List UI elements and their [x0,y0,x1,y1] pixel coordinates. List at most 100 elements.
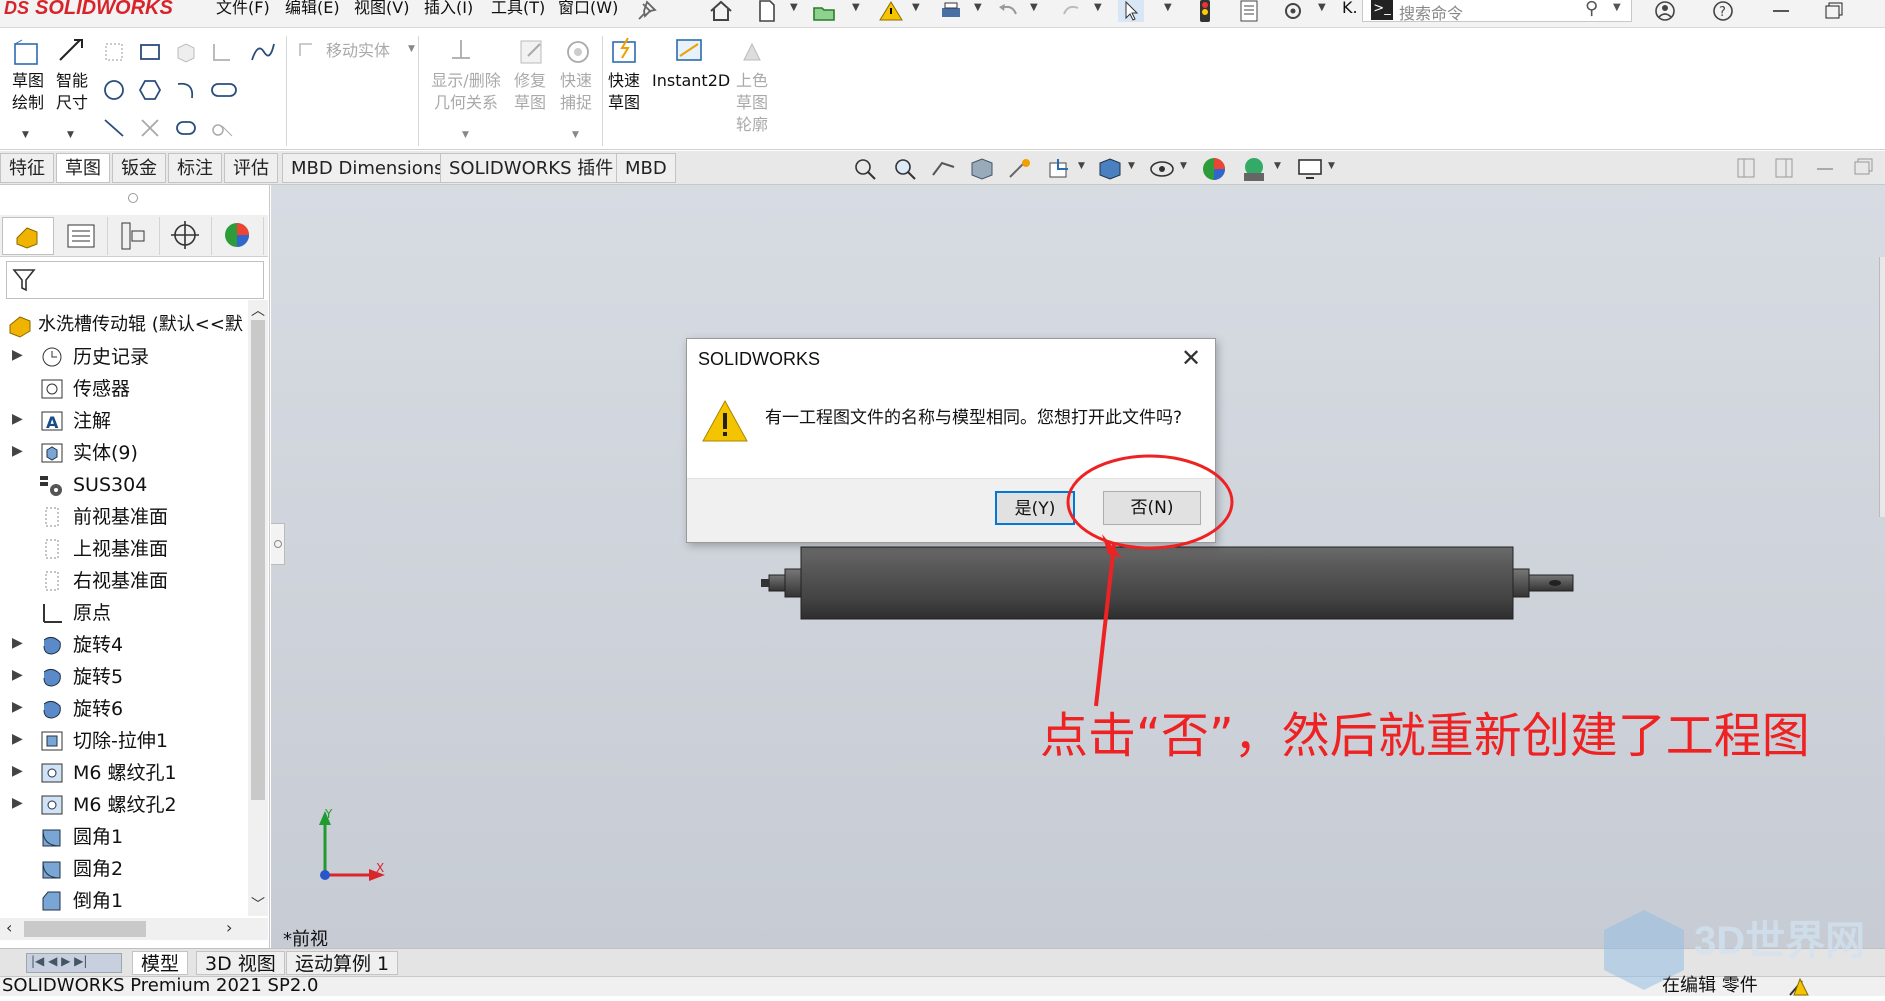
section-view-icon[interactable] [968,157,996,185]
menu-insert[interactable]: 插入(I) [424,0,473,20]
rectangle-icon[interactable] [138,40,162,68]
tab-mbd[interactable]: MBD [616,153,676,183]
previous-view-icon[interactable] [930,157,958,185]
tree-item[interactable]: ▶ 实体(9) [0,437,248,469]
repair-sketch-button[interactable]: 修复 草图 [510,70,550,114]
scroll-up-icon[interactable]: ︿ [251,300,265,320]
undo-icon[interactable] [996,0,1022,22]
instant2d-icon[interactable] [674,36,704,70]
menu-window[interactable]: 窗口(W) [558,0,618,20]
tab-model[interactable]: 模型 [132,951,189,975]
sketch-plane-icon[interactable] [210,40,234,68]
dynamic-annotation-icon[interactable] [1006,157,1034,185]
smart-dimension-button[interactable]: 智能 尺寸 [52,70,92,114]
traffic-light-icon[interactable] [1192,0,1218,22]
tree-horizontal-scrollbar[interactable]: ‹ › [0,918,268,940]
slot-icon[interactable] [210,78,238,106]
help-icon[interactable]: ? [1710,0,1736,22]
spline-icon[interactable] [248,38,276,70]
expand-arrow-icon[interactable]: ▶ [12,795,23,811]
tree-vertical-scrollbar[interactable]: ︿ ﹀ [248,300,268,916]
tab-mbd-dimensions[interactable]: MBD Dimensions [282,153,453,183]
sketch-button[interactable]: 草图 绘制 [8,70,48,114]
shaded-sketch-contours-button[interactable]: 上色 草图 轮廓 [734,70,770,136]
zoom-to-area-icon[interactable] [892,157,918,185]
display-style-icon[interactable] [1096,157,1124,185]
edit-appearance-icon[interactable] [1200,155,1228,187]
tree-item[interactable]: 前视基准面 [0,501,248,533]
move-entities-icon[interactable] [296,40,320,64]
redo-icon[interactable] [1058,0,1084,22]
offset-entities-icon[interactable] [174,116,198,144]
expand-arrow-icon[interactable]: ▶ [12,347,23,363]
polygon-icon[interactable] [138,78,162,106]
close-icon[interactable]: ✕ [1177,346,1205,372]
quick-snaps-icon[interactable] [564,38,592,70]
viewport-expand-icon[interactable] [1774,157,1794,183]
shaded-sketch-contours-icon[interactable] [738,38,766,70]
minimize-window-icon[interactable] [1768,0,1794,22]
tab-navigation-arrows[interactable]: |◀ ◀ ▶ ▶| [26,953,122,973]
options-gear-icon[interactable] [1280,0,1306,22]
tree-item[interactable]: 圆角2 [0,853,248,885]
search-icon[interactable]: ⚲ [1585,0,1598,19]
line-dashed-icon[interactable] [102,40,126,68]
tree-item[interactable]: SUS304 [0,469,248,501]
expand-arrow-icon[interactable]: ▶ [12,699,23,715]
print-icon[interactable] [938,0,964,22]
tree-item[interactable]: ▶ M6 螺纹孔1 [0,757,248,789]
trim-entities-icon[interactable] [138,116,162,144]
user-account-icon[interactable] [1652,0,1678,22]
repair-sketch-icon[interactable] [518,38,546,70]
restore-window-icon[interactable] [1820,0,1846,22]
tree-item[interactable]: 圆角1 [0,821,248,853]
view-settings-monitor-icon[interactable] [1296,157,1324,185]
display-relations-icon[interactable] [448,38,474,70]
tab-solidworks-addins[interactable]: SOLIDWORKS 插件 [440,153,623,183]
tree-item[interactable]: ▶ M6 螺纹孔2 [0,789,248,821]
tab-motion-study-1[interactable]: 运动算例 1 [286,951,399,975]
tree-item[interactable]: 倒角1 [0,885,248,917]
task-pane-handle[interactable] [1879,257,1885,517]
select-icon[interactable] [1118,0,1144,22]
apply-scene-icon[interactable] [1240,155,1268,187]
menu-edit[interactable]: 编辑(E) [285,0,340,20]
tree-item[interactable]: ▶ 历史记录 [0,341,248,373]
menu-file[interactable]: 文件(F) [216,0,270,20]
centerline-icon[interactable] [102,116,126,144]
display-delete-relations-button[interactable]: 显示/删除 几何关系 [428,70,504,114]
tree-item[interactable]: ▶ 切除-拉伸1 [0,725,248,757]
open-icon[interactable] [812,0,838,22]
expand-arrow-icon[interactable]: ▶ [12,731,23,747]
expand-arrow-icon[interactable]: ▶ [12,411,23,427]
solidworks-logo[interactable]: DS SOLIDWORKS [4,0,173,22]
tree-item[interactable]: 原点 [0,597,248,629]
rebuild-warning-icon[interactable] [878,0,904,22]
smart-dimension-icon[interactable] [56,36,86,70]
search-dropdown-icon[interactable]: ▼ [1613,2,1621,13]
convert-entities-icon[interactable] [210,116,234,144]
arc-icon[interactable] [174,78,198,106]
home-icon[interactable] [708,0,734,22]
menu-view[interactable]: 视图(V) [354,0,409,20]
scroll-left-icon[interactable]: ‹ [6,918,12,937]
tab-sketch[interactable]: 草图 [56,153,110,183]
quick-snaps-button[interactable]: 快速 捕捉 [556,70,596,114]
tab-sheet-metal[interactable]: 钣金 [112,153,166,183]
tree-item[interactable]: ▶ A 注解 [0,405,248,437]
scroll-right-icon[interactable]: › [226,918,232,937]
circle-icon[interactable] [102,78,126,106]
viewport-split-icon[interactable] [1736,157,1756,183]
panel-collapse-handle[interactable] [271,523,285,565]
search-commands-input[interactable]: >_ 搜索命令 ⚲ ▼ [1362,0,1632,23]
move-entities-button[interactable]: 移动实体 [326,40,390,62]
new-document-icon[interactable] [754,0,780,22]
tree-item[interactable]: 右视基准面 [0,565,248,597]
file-properties-icon[interactable] [1236,0,1262,22]
tab-evaluate[interactable]: 评估 [224,153,278,183]
pin-icon[interactable] [634,0,660,22]
expand-arrow-icon[interactable]: ▶ [12,635,23,651]
zoom-to-fit-icon[interactable] [852,157,878,185]
hide-show-items-icon[interactable] [1148,157,1176,185]
rapid-sketch-button[interactable]: 快速 草图 [604,70,644,114]
